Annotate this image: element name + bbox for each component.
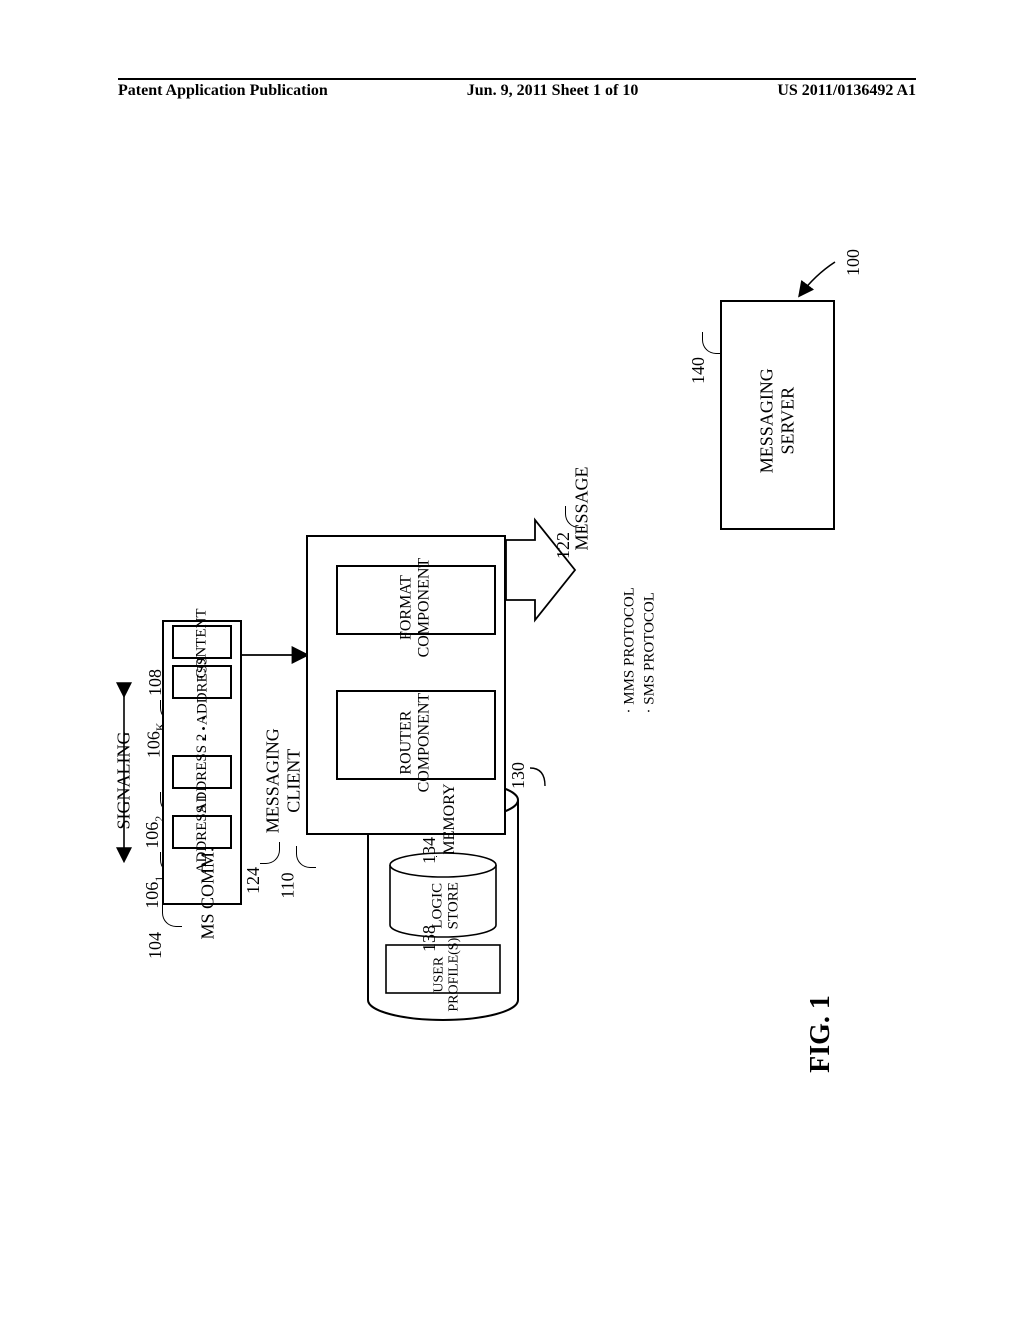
label-sms-protocol: · SMS PROTOCOL bbox=[642, 544, 659, 714]
figure-1-diagram: 100 104 1061 1062 106K 108 110 114 118 1… bbox=[100, 240, 920, 1040]
leader-140 bbox=[702, 332, 722, 354]
label-format: FORMATCOMPONENT bbox=[397, 543, 432, 673]
ref-140: 140 bbox=[688, 357, 709, 384]
label-messaging-server: MESSAGINGSERVER bbox=[756, 356, 797, 486]
ref-124: 124 bbox=[243, 867, 264, 894]
ref-104: 104 bbox=[145, 932, 166, 959]
ref-110: 110 bbox=[278, 872, 299, 898]
leader-110 bbox=[296, 846, 316, 868]
leader-104 bbox=[162, 905, 182, 927]
label-messaging-client: MESSAGINGCLIENT bbox=[262, 726, 303, 836]
header-left: Patent Application Publication bbox=[118, 82, 328, 102]
ref-100: 100 bbox=[843, 249, 864, 276]
ref-130: 130 bbox=[508, 762, 529, 789]
label-message: MESSAGE bbox=[572, 459, 593, 559]
header-right: US 2011/0136492 A1 bbox=[777, 82, 916, 102]
label-mms-protocol: · MMS PROTOCOL bbox=[622, 544, 639, 714]
figure-caption: FIG. 1 bbox=[805, 995, 837, 1073]
label-signaling: SIGNALING bbox=[114, 721, 135, 841]
label-router: ROUTERCOMPONENT bbox=[397, 678, 432, 808]
label-content: CONTENT bbox=[194, 594, 211, 694]
header-center: Jun. 9, 2011 Sheet 1 of 10 bbox=[467, 82, 639, 102]
label-memory: MEMORY bbox=[441, 779, 459, 859]
label-user-profiles: USERPROFILE(S) bbox=[432, 920, 461, 1030]
leader-124 bbox=[260, 842, 280, 864]
page-header: Patent Application Publication Jun. 9, 2… bbox=[118, 78, 916, 102]
